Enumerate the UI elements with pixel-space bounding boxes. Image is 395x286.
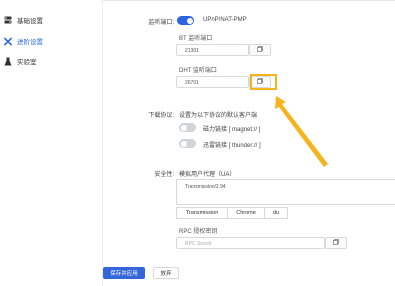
copy-icon	[257, 46, 263, 54]
copy-icon	[333, 239, 339, 247]
upnp-toggle[interactable]	[177, 16, 194, 25]
bt-port-copy-button[interactable]	[249, 44, 271, 56]
magnet-label: 磁力链接 [ magnet:// ]	[203, 127, 261, 133]
sidebar-divider	[102, 0, 103, 286]
flask-icon	[4, 57, 12, 65]
thunder-toggle[interactable]	[179, 139, 196, 148]
top-divider	[102, 0, 395, 1]
settings-icon	[4, 16, 12, 24]
ua-value: Transmission/2.94	[185, 184, 226, 190]
rpc-secret-label: RPC 授权密钥	[179, 229, 218, 235]
download-protocol-label: 下载协议:	[148, 113, 174, 119]
thunder-label: 迅雷链接 [ thunder:// ]	[203, 143, 261, 149]
sidebar-item-basic-settings[interactable]: 基础设置	[0, 12, 88, 28]
bt-port-input[interactable]: 21301	[176, 44, 249, 56]
rpc-secret-copy-button[interactable]	[325, 237, 347, 249]
ua-label: 模拟用户代理（UA）	[179, 172, 236, 178]
sidebar-item-lab[interactable]: 实验室	[0, 53, 88, 69]
upnp-label: UPnP/NAT-PMP	[203, 17, 247, 23]
toggle-knob	[180, 140, 187, 147]
download-protocol-description: 设置为以下协议的默认客户端	[179, 113, 258, 119]
tools-icon	[4, 37, 12, 45]
sidebar-item-label: 进阶设置	[17, 39, 43, 46]
ua-preset-du-button[interactable]: du	[264, 207, 288, 219]
discard-button[interactable]: 放弃	[153, 267, 179, 279]
bt-port-label: BT 监听端口	[179, 36, 213, 42]
sidebar-item-advanced-settings[interactable]: 进阶设置	[0, 33, 88, 49]
ua-preset-chrome-button[interactable]: Chrome	[227, 207, 265, 219]
toggle-knob	[186, 17, 193, 24]
sidebar-item-label: 实验室	[17, 59, 37, 66]
bt-port-value: 21301	[185, 47, 199, 54]
sidebar-item-label: 基础设置	[17, 18, 43, 25]
toggle-knob	[180, 124, 187, 131]
rpc-secret-placeholder: RPC Secret	[185, 240, 212, 247]
dht-port-input[interactable]: 26701	[176, 76, 249, 88]
security-label: 安全性:	[154, 172, 174, 178]
ua-preset-transmission-button[interactable]: Transmission	[176, 207, 228, 219]
save-apply-button[interactable]: 保存并应用	[103, 267, 145, 279]
dht-port-label: DHT 监听端口	[179, 68, 217, 74]
rpc-secret-input[interactable]: RPC Secret	[176, 237, 325, 249]
dht-port-value: 26701	[185, 79, 199, 86]
ua-textarea[interactable]: Transmission/2.94	[176, 179, 395, 205]
sidebar: 基础设置 进阶设置 实验室	[0, 0, 88, 286]
listen-port-label: 监听端口:	[148, 20, 174, 26]
annotation-highlight-box	[250, 74, 277, 90]
magnet-toggle[interactable]	[179, 123, 196, 132]
annotation-arrow	[275, 96, 328, 167]
